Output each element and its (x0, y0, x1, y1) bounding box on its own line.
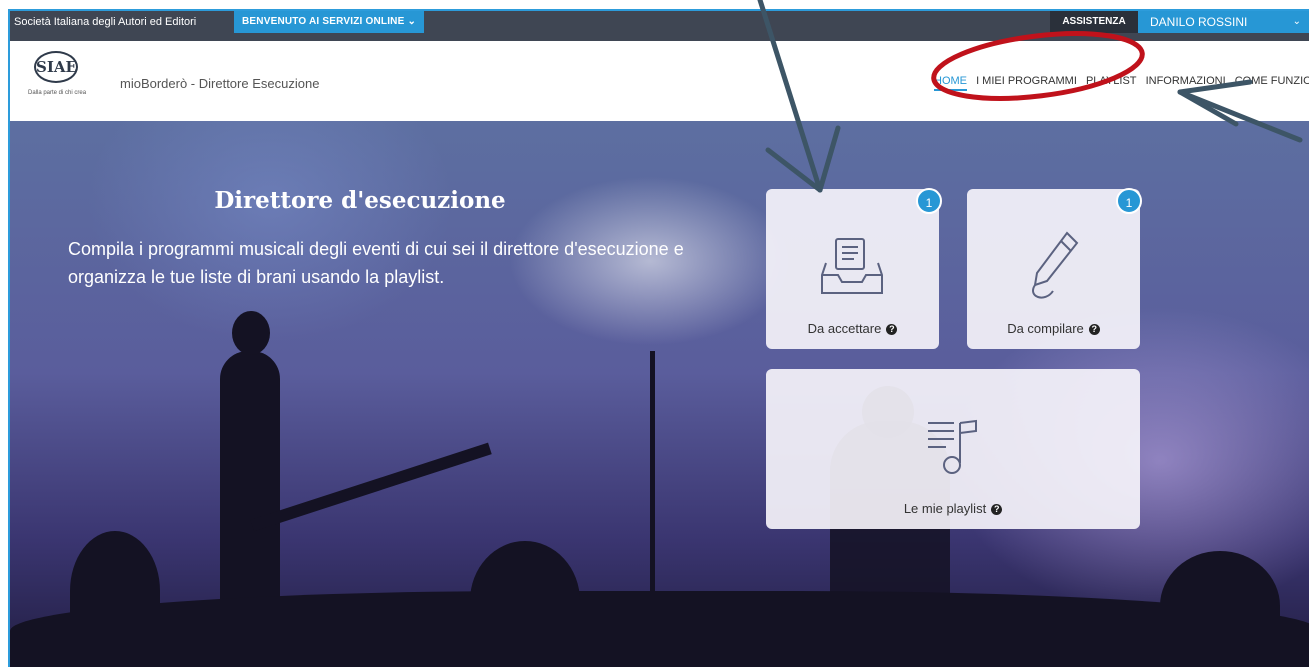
user-menu[interactable]: DANILO ROSSINI ⌄ (1138, 11, 1309, 33)
card-my-playlists-text: Le mie playlist (903, 501, 987, 516)
card-to-accept[interactable]: Da accettare? (766, 189, 939, 349)
nav-info[interactable]: INFORMAZIONI (1146, 75, 1226, 87)
app-title: mioBorderò - Direttore Esecuzione (120, 76, 320, 91)
card-to-accept-text: Da accettare (807, 321, 882, 336)
help-icon[interactable]: ? (1088, 324, 1100, 335)
nav-my-programs[interactable]: I MIEI PROGRAMMI (976, 75, 1077, 87)
help-icon[interactable]: ? (991, 504, 1003, 515)
card-to-compile-text: Da compilare (1007, 321, 1084, 336)
welcome-label: BENVENUTO AI SERVIZI ONLINE (242, 16, 405, 27)
user-name: DANILO ROSSINI (1150, 15, 1248, 29)
browser-frame: Società Italiana degli Autori ed Editori… (8, 9, 1309, 667)
card-my-playlists-label: Le mie playlist? (766, 501, 1140, 516)
main-nav: HOME I MIEI PROGRAMMI PLAYLIST INFORMAZI… (934, 75, 1309, 91)
org-name: Società Italiana degli Autori ed Editori (14, 16, 197, 28)
chevron-down-icon: ⌄ (407, 16, 417, 27)
card-to-compile[interactable]: Da compilare? (967, 189, 1140, 349)
music-playlist-icon (928, 419, 977, 474)
hero-subtitle: Compila i programmi musicali degli event… (68, 239, 684, 287)
pencil-icon (1032, 231, 1079, 299)
card-to-compile-label: Da compilare? (967, 321, 1140, 336)
hero-banner: Direttore d'esecuzione Compila i program… (10, 121, 1309, 667)
top-bar: Società Italiana degli Autori ed Editori… (10, 11, 1309, 41)
chevron-down-icon: ⌄ (1292, 16, 1301, 27)
to-accept-badge: 1 (916, 188, 942, 214)
to-compile-badge: 1 (1116, 188, 1142, 214)
welcome-menu[interactable]: BENVENUTO AI SERVIZI ONLINE ⌄ (234, 11, 425, 33)
nav-how-it-works[interactable]: COME FUNZIONA (1235, 75, 1309, 87)
siae-logo[interactable]: SIAE Dalla parte di chi crea (26, 51, 96, 111)
nav-playlist[interactable]: PLAYLIST (1086, 75, 1137, 87)
logo-mark: SIAE (34, 51, 78, 83)
card-my-playlists[interactable]: Le mie playlist? (766, 369, 1140, 529)
hero-title: Direttore d'esecuzione (214, 187, 506, 214)
site-header: SIAE Dalla parte di chi crea mioBorderò … (10, 41, 1309, 121)
card-to-accept-label: Da accettare? (766, 321, 939, 336)
assistance-link[interactable]: ASSISTENZA (1050, 11, 1138, 33)
nav-home[interactable]: HOME (934, 75, 967, 91)
inbox-document-icon (821, 238, 883, 294)
logo-tagline: Dalla parte di chi crea (28, 90, 87, 96)
help-icon[interactable]: ? (886, 324, 898, 335)
